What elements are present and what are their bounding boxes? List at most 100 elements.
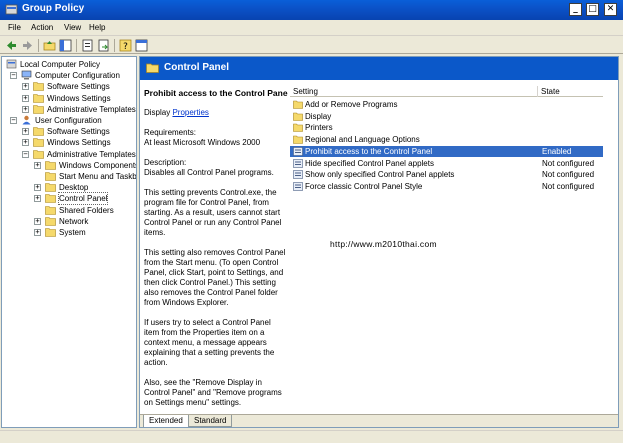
tree-item[interactable]: Shared Folders xyxy=(2,205,136,216)
tree-item[interactable]: + Windows Settings xyxy=(2,137,136,148)
setting-state: Not configured xyxy=(542,170,595,180)
minimize-button[interactable]: _ xyxy=(569,3,582,16)
expand-icon[interactable]: + xyxy=(34,161,41,169)
collapse-icon[interactable]: − xyxy=(10,117,17,124)
up-folder-icon[interactable] xyxy=(43,39,56,52)
tree-item[interactable]: Local Computer Policy xyxy=(2,59,136,70)
setting-state: Enabled xyxy=(542,146,572,156)
tree-pane: Local Computer Policy − Computer Configura… xyxy=(1,56,137,428)
console-icon[interactable] xyxy=(135,39,148,52)
setting-name: Regional and Language Options xyxy=(305,135,420,145)
menu-file[interactable]: File xyxy=(8,23,21,32)
tree-item[interactable]: − User Configuration xyxy=(2,115,136,126)
description-paragraph: Also, see the "Remove Display in Control… xyxy=(144,378,282,407)
tree-item-label: Windows Components xyxy=(59,160,137,170)
policy-setting-icon xyxy=(293,158,303,168)
setting-row[interactable]: Prohibit access to the Control Panel Enab… xyxy=(290,145,603,157)
folder-icon xyxy=(33,127,44,136)
folder-icon xyxy=(33,149,44,159)
setting-row[interactable]: Printers xyxy=(290,122,603,133)
expand-icon[interactable]: + xyxy=(22,139,29,147)
expand-icon[interactable]: + xyxy=(22,94,29,102)
setting-name: Force classic Control Panel Style xyxy=(305,181,423,191)
tree-item[interactable]: + Desktop xyxy=(2,182,136,193)
requirements-value: At least Microsoft Windows 2000 xyxy=(144,138,261,147)
details-pane: Control Panel Prohibit access to the Con… xyxy=(139,56,619,428)
export-list-icon[interactable] xyxy=(97,39,110,52)
tree-item[interactable]: + Windows Settings xyxy=(2,93,136,104)
expand-icon[interactable]: + xyxy=(22,128,29,136)
menu-view[interactable]: View xyxy=(64,23,81,32)
tree-item[interactable]: − Computer Configuration xyxy=(2,70,136,81)
properties-link[interactable]: Properties xyxy=(172,108,208,117)
tree-item[interactable]: + Windows Components xyxy=(2,160,137,171)
tree-item[interactable]: + System xyxy=(2,227,136,238)
setting-row[interactable]: Add or Remove Programs xyxy=(290,99,603,110)
tree-item[interactable]: + Software Settings xyxy=(2,126,136,137)
folder-icon xyxy=(45,205,56,215)
description-paragraph: This setting prevents Control.exe, the p… xyxy=(144,188,282,237)
collapse-icon[interactable]: − xyxy=(22,150,29,158)
tree-item[interactable]: Start Menu and Taskba xyxy=(2,171,137,182)
setting-row[interactable]: Show only specified Control Panel applet… xyxy=(290,169,603,180)
toolbar: ? xyxy=(0,37,623,54)
toolbar-separator xyxy=(76,39,77,52)
window-title: Group Policy xyxy=(22,3,85,14)
setting-row[interactable]: Regional and Language Options xyxy=(290,134,603,145)
folder-open-icon xyxy=(45,194,56,204)
tree-item-label: Desktop xyxy=(59,183,89,193)
folder-icon xyxy=(293,135,303,144)
help-icon[interactable]: ? xyxy=(119,39,132,52)
maximize-button[interactable]: □ xyxy=(586,3,599,16)
setting-row[interactable]: Force classic Control Panel Style Not con… xyxy=(290,181,603,192)
close-button[interactable]: ✕ xyxy=(604,3,617,16)
tree-item[interactable]: + Control Panel xyxy=(2,192,136,206)
tree-item-label: Windows Settings xyxy=(47,93,111,103)
tree-item-label: Shared Folders xyxy=(59,205,114,215)
folder-icon xyxy=(293,100,303,109)
tree-item[interactable]: + Network xyxy=(2,216,136,227)
expand-icon[interactable]: + xyxy=(34,229,41,236)
setting-row[interactable]: Hide specified Control Panel applets Not … xyxy=(290,158,603,169)
forward-icon[interactable] xyxy=(21,39,34,52)
tree-item-label: Windows Settings xyxy=(47,138,111,148)
description-paragraph: This setting also removes Control Panel … xyxy=(144,248,286,307)
expand-icon[interactable]: + xyxy=(22,83,29,91)
computer-icon xyxy=(21,70,32,80)
tree-item-label: Software Settings xyxy=(47,127,110,137)
policy-setting-icon xyxy=(293,170,303,179)
expand-icon[interactable]: + xyxy=(34,195,41,203)
tree-item[interactable]: + Software Settings xyxy=(2,81,136,92)
folder-icon xyxy=(293,124,303,133)
back-icon[interactable] xyxy=(5,39,18,52)
folder-icon xyxy=(45,172,56,181)
tree-item[interactable]: − Administrative Templates xyxy=(2,149,136,160)
expand-icon[interactable]: + xyxy=(34,217,41,225)
setting-row[interactable]: Display xyxy=(290,111,603,122)
menu-help[interactable]: Help xyxy=(89,23,105,32)
column-header-setting[interactable]: Setting xyxy=(290,86,538,97)
expand-icon[interactable]: + xyxy=(22,105,29,113)
setting-name: Display xyxy=(305,111,332,121)
tree-item-label: Start Menu and Taskba xyxy=(59,172,137,181)
group-policy-icon xyxy=(5,4,18,15)
properties-icon[interactable] xyxy=(81,39,94,52)
collapse-icon[interactable]: − xyxy=(10,72,17,80)
column-header-state[interactable]: State xyxy=(538,86,603,97)
tab-extended[interactable]: Extended xyxy=(143,415,189,427)
tree-item[interactable]: + Administrative Templates xyxy=(2,104,136,115)
display-prefix: Display xyxy=(144,108,173,117)
folder-icon xyxy=(33,93,44,103)
show-hide-tree-icon[interactable] xyxy=(59,39,72,52)
tree-item-label: Administrative Templates xyxy=(47,104,136,114)
tab-standard[interactable]: Standard xyxy=(188,415,233,427)
folder-icon xyxy=(33,104,44,114)
description-label: Description: xyxy=(144,158,187,167)
description-paragraph: If users try to select a Control Panel i… xyxy=(144,318,275,367)
setting-name: Hide specified Control Panel applets xyxy=(305,158,434,168)
expand-icon[interactable]: + xyxy=(34,184,41,192)
menu-action[interactable]: Action xyxy=(31,23,53,32)
tree-item-label: Software Settings xyxy=(47,82,110,92)
setting-state: Not configured xyxy=(542,181,595,191)
setting-name: Prohibit access to the Control Panel xyxy=(305,146,433,156)
